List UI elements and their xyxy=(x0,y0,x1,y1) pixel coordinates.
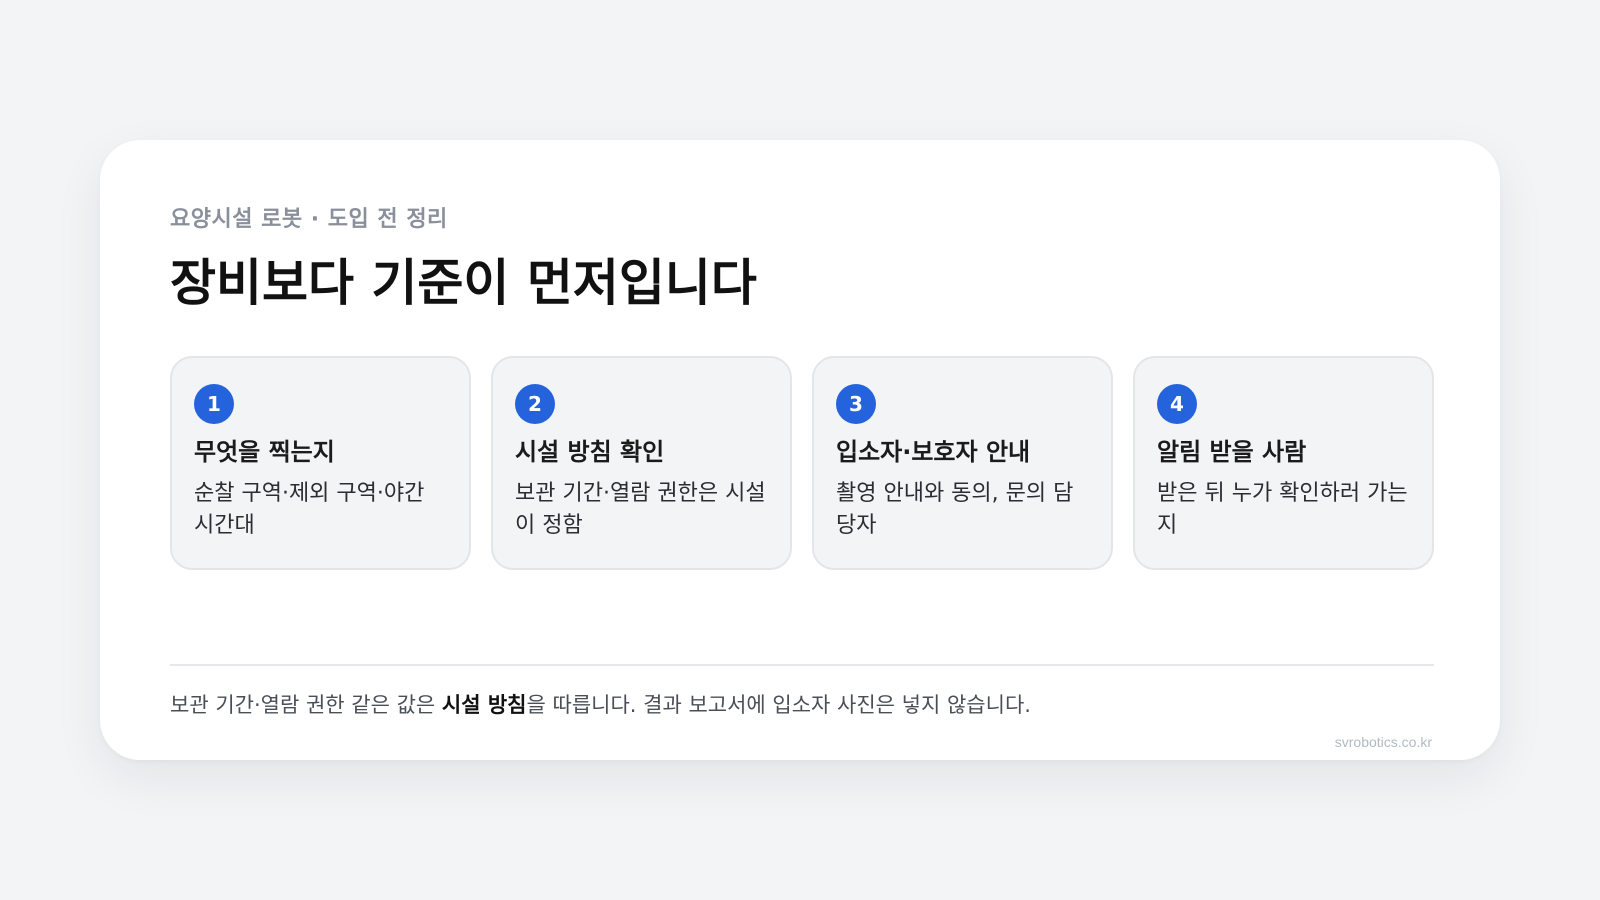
step-card-3: 3 입소자·보호자 안내 촬영 안내와 동의, 문의 담당자 xyxy=(812,356,1113,570)
footnote-emphasis: 시설 방침 xyxy=(441,693,527,717)
footnote: 보관 기간·열람 권한 같은 값은 시설 방침을 따릅니다. 결과 보고서에 입… xyxy=(170,690,1031,720)
step-number-badge: 1 xyxy=(194,384,234,424)
step-card-1: 1 무엇을 찍는지 순찰 구역·제외 구역·야간 시간대 xyxy=(170,356,471,570)
step-number-badge: 3 xyxy=(836,384,876,424)
site-domain: svrobotics.co.kr xyxy=(1334,734,1432,750)
step-number-badge: 4 xyxy=(1157,384,1197,424)
step-card-2: 2 시설 방침 확인 보관 기간·열람 권한은 시설이 정함 xyxy=(491,356,792,570)
step-description: 촬영 안내와 동의, 문의 담당자 xyxy=(836,481,1074,538)
footnote-text-end: 을 따릅니다. 결과 보고서에 입소자 사진은 넣지 않습니다. xyxy=(526,693,1031,717)
step-number-badge: 2 xyxy=(515,384,555,424)
step-title: 알림 받을 사람 xyxy=(1157,438,1307,466)
step-title: 입소자·보호자 안내 xyxy=(836,438,1031,466)
page-title: 장비보다 기준이 먼저입니다 xyxy=(170,254,757,312)
footnote-text: 보관 기간·열람 권한 같은 값은 xyxy=(170,693,442,717)
step-description: 보관 기간·열람 권한은 시설이 정함 xyxy=(515,481,766,538)
info-card: 요양시설 로봇 · 도입 전 정리 장비보다 기준이 먼저입니다 1 무엇을 찍… xyxy=(100,140,1500,760)
step-description: 순찰 구역·제외 구역·야간 시간대 xyxy=(194,481,425,538)
step-title: 무엇을 찍는지 xyxy=(194,438,335,466)
eyebrow-label: 요양시설 로봇 · 도입 전 정리 xyxy=(170,207,448,232)
step-description: 받은 뒤 누가 확인하러 가는지 xyxy=(1157,481,1408,538)
step-card-4: 4 알림 받을 사람 받은 뒤 누가 확인하러 가는지 xyxy=(1133,356,1434,570)
step-list: 1 무엇을 찍는지 순찰 구역·제외 구역·야간 시간대 2 시설 방침 확인 … xyxy=(170,356,1434,570)
step-title: 시설 방침 확인 xyxy=(515,438,665,466)
divider xyxy=(170,664,1434,666)
